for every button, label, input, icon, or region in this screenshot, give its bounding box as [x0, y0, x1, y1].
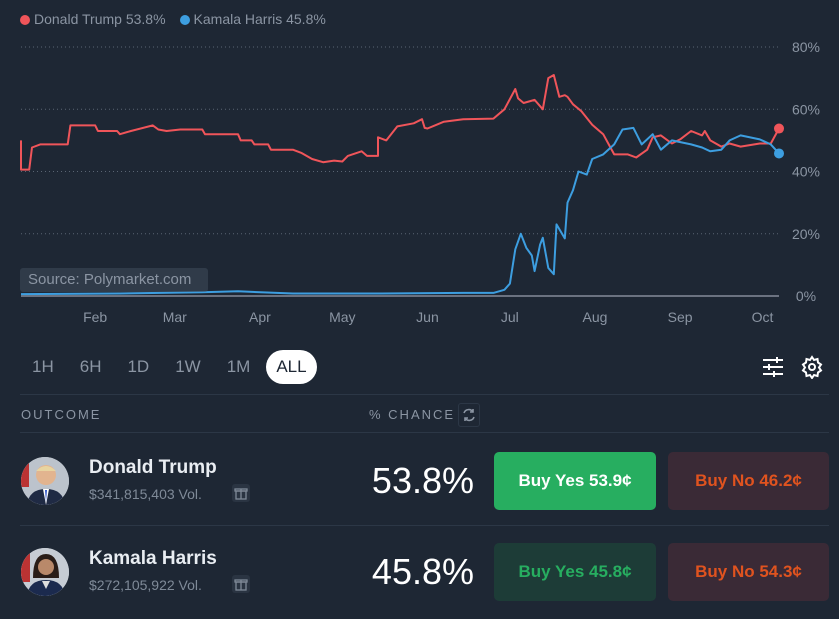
sliders-icon[interactable] — [761, 355, 785, 379]
divider — [20, 525, 829, 526]
legend-item-harris: Kamala Harris 45.8% — [179, 11, 326, 27]
x-tick-label: Oct — [752, 309, 774, 325]
y-tick-label: 80% — [792, 39, 820, 55]
y-tick-label: 20% — [792, 226, 820, 242]
y-tick-label: 0% — [796, 288, 816, 304]
outcome-volume: $341,815,403 Vol. — [89, 486, 202, 502]
buy-no-button[interactable]: Buy No 54.3¢ — [668, 543, 829, 601]
time-range-selector: 1H 6H 1D 1W 1M ALL — [22, 350, 317, 384]
outcome-header: OUTCOME — [21, 407, 102, 422]
x-tick-label: May — [329, 309, 355, 325]
range-all[interactable]: ALL — [266, 350, 317, 384]
source-watermark: Source: Polymarket.com — [20, 268, 208, 292]
legend-dot — [20, 15, 30, 25]
series-line-trump — [20, 74, 780, 171]
range-1w[interactable]: 1W — [165, 350, 211, 384]
series-end-marker — [774, 123, 784, 134]
x-tick-label: Feb — [83, 309, 107, 325]
range-1d[interactable]: 1D — [117, 350, 159, 384]
gear-icon[interactable] — [800, 355, 824, 380]
series-end-marker — [774, 148, 784, 159]
outcome-volume: $272,105,922 Vol. — [89, 577, 202, 593]
refresh-icon[interactable] — [458, 403, 480, 427]
outcome-row-trump: Donald Trump $341,815,403 Vol. 53.8% Buy… — [0, 440, 839, 528]
buy-yes-button[interactable]: Buy Yes 45.8¢ — [494, 543, 656, 601]
divider — [20, 394, 829, 395]
x-tick-label: Jul — [501, 309, 519, 325]
chance-header: % CHANCE — [369, 407, 456, 422]
buy-yes-button[interactable]: Buy Yes 53.9¢ — [494, 452, 656, 510]
y-tick-label: 60% — [792, 101, 820, 117]
x-tick-label: Apr — [249, 309, 271, 325]
x-tick-label: Mar — [163, 309, 187, 325]
legend-dot — [179, 15, 190, 25]
x-tick-label: Jun — [416, 309, 439, 325]
outcome-name[interactable]: Kamala Harris — [89, 548, 217, 570]
range-1m[interactable]: 1M — [217, 350, 261, 384]
x-tick-label: Aug — [583, 309, 608, 325]
divider — [20, 432, 829, 433]
gift-icon[interactable] — [232, 484, 250, 502]
avatar — [21, 548, 69, 596]
legend-item-trump: Donald Trump 53.8% — [20, 11, 166, 27]
outcome-name[interactable]: Donald Trump — [89, 457, 217, 479]
outcome-chance: 45.8% — [371, 551, 474, 592]
avatar — [21, 457, 69, 505]
y-tick-label: 40% — [792, 164, 820, 180]
outcome-chance: 53.8% — [371, 460, 474, 501]
range-6h[interactable]: 6H — [70, 350, 112, 384]
range-1h[interactable]: 1H — [22, 350, 64, 384]
x-tick-label: Sep — [668, 309, 693, 325]
outcome-row-harris: Kamala Harris $272,105,922 Vol. 45.8% Bu… — [0, 531, 839, 619]
buy-no-button[interactable]: Buy No 46.2¢ — [668, 452, 829, 510]
gift-icon[interactable] — [232, 575, 250, 593]
chart-legend: Donald Trump 53.8% Kamala Harris 45.8% — [20, 11, 326, 27]
